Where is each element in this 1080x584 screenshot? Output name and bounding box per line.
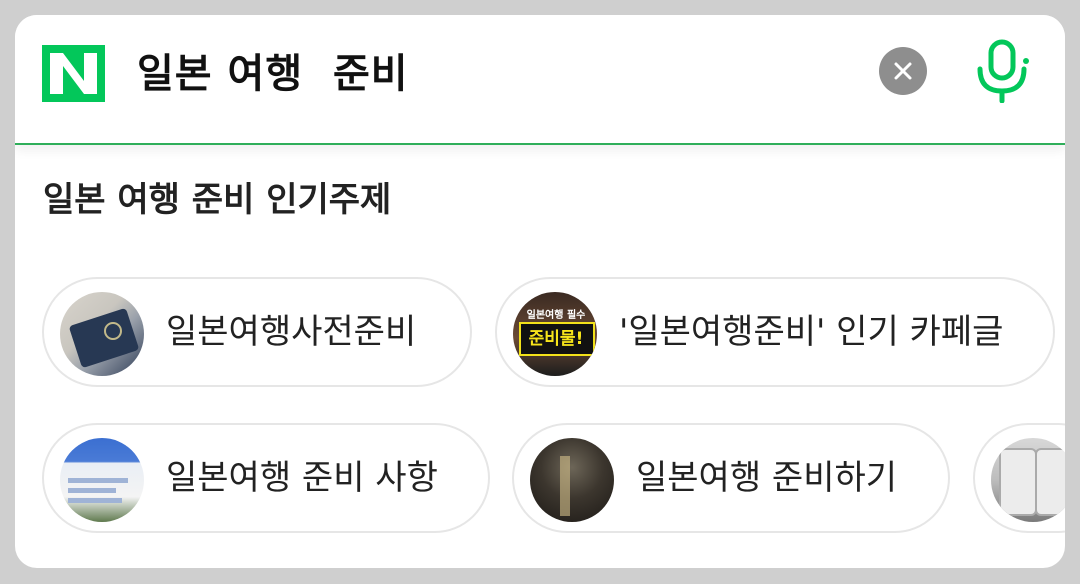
section-title: 일본 여행 준비 인기주제	[43, 180, 392, 220]
topic-chip[interactable]: 일본여행 필수 준비물! '일본여행준비' 인기 카페글	[495, 277, 1055, 387]
suitcase-thumbnail	[991, 438, 1065, 522]
topic-chip-label: 일본여행사전준비	[166, 312, 417, 352]
clear-search-button[interactable]	[879, 47, 927, 95]
topic-chip[interactable]: 일본여행사전준비	[42, 277, 472, 387]
topic-chip[interactable]	[973, 423, 1065, 533]
search-suggestion-panel: 일본 여행 준비 일본 여행 준비 인기주제 일본여행사전준비 일본여행 필수	[15, 15, 1065, 568]
topic-chip[interactable]: 일본여행 준비 사항	[42, 423, 490, 533]
thumbnail-text: 준비물!	[528, 329, 584, 349]
thumbnail-caption: 일본여행 필수	[526, 310, 586, 321]
topic-chip-label: 일본여행 준비하기	[636, 458, 898, 498]
naver-logo[interactable]	[42, 45, 105, 102]
search-bar: 일본 여행 준비	[15, 15, 1065, 145]
microphone-icon	[977, 39, 1029, 103]
close-icon	[894, 62, 912, 80]
cafe-post-thumbnail: 일본여행 필수 준비물!	[513, 292, 597, 376]
checklist-thumbnail	[60, 438, 144, 522]
topic-chip[interactable]: 일본여행 준비하기	[512, 423, 950, 533]
topic-chip-label: 일본여행 준비 사항	[166, 458, 438, 498]
topic-chip-label: '일본여행준비' 인기 카페글	[619, 312, 1004, 352]
search-query-input[interactable]: 일본 여행 준비	[137, 49, 409, 99]
voice-search-button[interactable]	[970, 39, 1034, 103]
passport-thumbnail	[60, 292, 144, 376]
night-street-thumbnail	[530, 438, 614, 522]
